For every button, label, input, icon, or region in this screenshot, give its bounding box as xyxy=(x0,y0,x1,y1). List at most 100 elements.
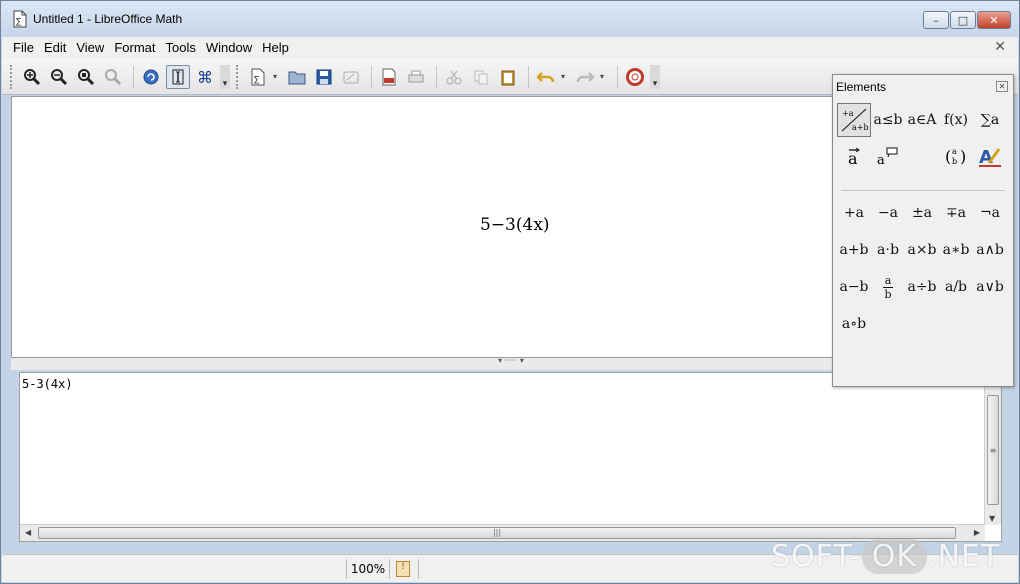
svg-text:+a: +a xyxy=(842,109,854,118)
paste-icon[interactable] xyxy=(496,65,520,89)
toolbar-overflow-icon[interactable]: ▾ xyxy=(220,64,230,89)
toolbar-separator xyxy=(528,65,529,88)
close-panel-icon[interactable]: ✕ xyxy=(996,81,1008,92)
export-pdf-icon[interactable] xyxy=(377,65,401,89)
element-a-div-b[interactable]: a÷b xyxy=(905,270,939,304)
save-icon[interactable] xyxy=(312,65,336,89)
formula-editor[interactable]: 5-3(4x) ≡ ▼ ◀ ||| ▶ xyxy=(19,372,1002,542)
menu-file[interactable]: File xyxy=(8,37,39,59)
zoom-level[interactable]: 100% xyxy=(346,559,390,579)
toolbar-separator xyxy=(617,65,618,88)
libreoffice-math-icon: ∑ xyxy=(13,10,27,28)
horizontal-scroll-thumb[interactable]: ||| xyxy=(38,527,956,539)
svg-text:a+b: a+b xyxy=(852,123,869,132)
vertical-scrollbar[interactable]: ≡ ▼ xyxy=(984,373,1001,525)
svg-text:∑: ∑ xyxy=(16,17,22,26)
redo-icon[interactable] xyxy=(573,65,597,89)
toolbar-overflow-icon[interactable]: ▾ xyxy=(650,64,660,89)
svg-text:b: b xyxy=(952,157,957,166)
edit-file-icon[interactable] xyxy=(339,65,363,89)
svg-text:(: ( xyxy=(945,147,951,166)
rendered-formula: 5−3(4x) xyxy=(480,215,550,235)
elements-divider xyxy=(841,190,1005,191)
toolbar-grip[interactable] xyxy=(236,64,240,89)
element-plusminus-a[interactable]: ±a xyxy=(905,196,939,230)
svg-text:a: a xyxy=(877,153,885,167)
category-relations[interactable]: a≤b xyxy=(871,103,905,137)
fraction-denominator: b xyxy=(884,287,892,301)
help-icon[interactable] xyxy=(623,65,647,89)
update-icon[interactable] xyxy=(139,65,163,89)
category-functions[interactable]: f(x) xyxy=(939,103,973,137)
category-others[interactable]: a xyxy=(871,139,905,173)
toolbar-grip[interactable] xyxy=(10,64,14,89)
svg-text:A: A xyxy=(979,147,993,168)
element-a-cdot-b[interactable]: a⋅b xyxy=(871,233,905,267)
open-icon[interactable] xyxy=(285,65,309,89)
scroll-left-icon[interactable]: ◀ xyxy=(25,528,31,537)
editor-text[interactable]: 5-3(4x) xyxy=(22,377,73,391)
vertical-scroll-thumb[interactable]: ≡ xyxy=(987,395,999,505)
svg-text:⌘: ⌘ xyxy=(197,68,213,86)
category-formats[interactable]: A xyxy=(973,139,1007,173)
menu-format[interactable]: Format xyxy=(109,37,160,59)
svg-text:∑: ∑ xyxy=(254,75,260,84)
undo-dropdown-icon[interactable]: ▾ xyxy=(561,72,569,81)
menu-help[interactable]: Help xyxy=(257,37,294,59)
print-icon[interactable] xyxy=(404,65,428,89)
toolbar-separator xyxy=(436,65,437,88)
element-minusplus-a[interactable]: ∓a xyxy=(939,196,973,230)
redo-dropdown-icon[interactable]: ▾ xyxy=(600,72,608,81)
elements-icon[interactable]: ∑ xyxy=(246,65,270,89)
element-plus-a[interactable]: +a xyxy=(837,196,871,230)
watermark-ok: OK xyxy=(861,539,928,574)
status-separator xyxy=(418,559,419,579)
elements-panel: Elements ✕ +a a+b a≤b a∈A f(x) ∑a a a (a b… xyxy=(832,74,1014,387)
menu-window[interactable]: Window xyxy=(201,37,257,59)
menu-tools[interactable]: Tools xyxy=(160,37,200,59)
menu-edit[interactable]: Edit xyxy=(39,37,71,59)
element-a-plus-b[interactable]: a+b xyxy=(837,233,871,267)
zoom-in-icon[interactable] xyxy=(20,65,44,89)
category-brackets[interactable]: (a b) xyxy=(939,139,973,173)
document-modified-icon[interactable]: ! xyxy=(396,561,410,577)
cut-icon[interactable] xyxy=(442,65,466,89)
element-a-and-b[interactable]: a∧b xyxy=(973,233,1007,267)
formula-cursor-icon[interactable] xyxy=(166,64,190,89)
svg-text:a: a xyxy=(952,147,957,156)
fraction-numerator: a xyxy=(884,273,892,287)
symbols-icon[interactable]: ⌘ xyxy=(193,65,217,89)
element-a-ast-b[interactable]: a∗b xyxy=(939,233,973,267)
category-attributes[interactable]: a xyxy=(837,139,871,173)
show-all-icon[interactable] xyxy=(74,65,98,89)
category-operators[interactable]: ∑a xyxy=(973,103,1007,137)
menu-view[interactable]: View xyxy=(71,37,109,59)
close-button[interactable]: ✕ xyxy=(977,11,1011,29)
app-window: ∑ Untitled 1 - LibreOffice Math – □ ✕ Fi… xyxy=(0,0,1020,584)
scroll-down-icon[interactable]: ▼ xyxy=(989,514,995,523)
close-document-icon[interactable]: ✕ xyxy=(994,39,1006,55)
minimize-button[interactable]: – xyxy=(923,11,949,29)
elements-dropdown-icon[interactable]: ▾ xyxy=(273,72,281,81)
caption-buttons: – □ ✕ xyxy=(922,11,1011,29)
element-a-or-b[interactable]: a∨b xyxy=(973,270,1007,304)
undo-icon[interactable] xyxy=(534,65,558,89)
scroll-right-icon[interactable]: ▶ xyxy=(974,528,980,537)
maximize-button[interactable]: □ xyxy=(950,11,976,29)
element-a-minus-b[interactable]: a−b xyxy=(837,270,871,304)
svg-text:): ) xyxy=(960,147,966,166)
element-a-times-b[interactable]: a×b xyxy=(905,233,939,267)
fraction-symbol: a b xyxy=(883,275,893,300)
category-set-operations[interactable]: a∈A xyxy=(905,103,939,137)
element-not-a[interactable]: ¬a xyxy=(973,196,1007,230)
zoom-select-icon[interactable] xyxy=(101,65,125,89)
element-a-circ-b[interactable]: a∘b xyxy=(837,307,871,341)
element-a-slash-b[interactable]: a/b xyxy=(939,270,973,304)
copy-icon[interactable] xyxy=(469,65,493,89)
title-bar[interactable]: ∑ Untitled 1 - LibreOffice Math – □ ✕ xyxy=(1,1,1019,37)
element-minus-a[interactable]: −a xyxy=(871,196,905,230)
watermark: SOFT- OK .NET xyxy=(771,539,1000,574)
element-a-over-b[interactable]: a b xyxy=(871,270,905,304)
category-unary-binary[interactable]: +a a+b xyxy=(837,103,871,137)
zoom-out-icon[interactable] xyxy=(47,65,71,89)
